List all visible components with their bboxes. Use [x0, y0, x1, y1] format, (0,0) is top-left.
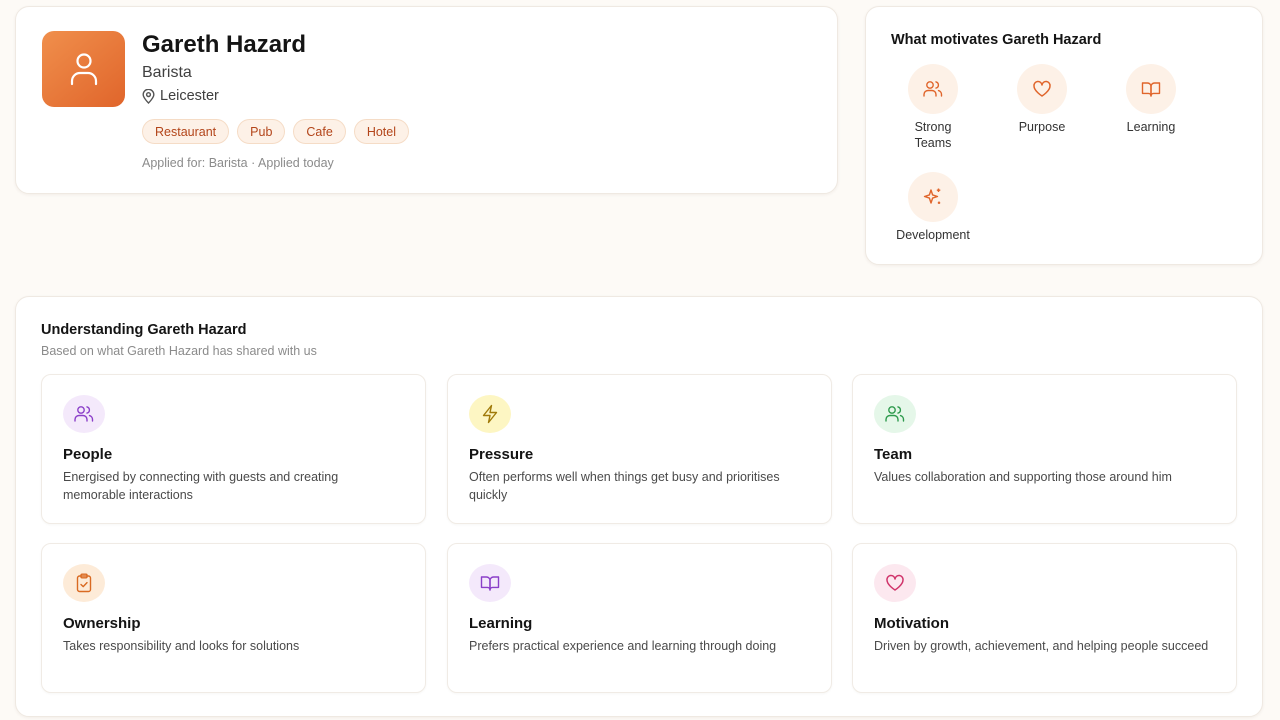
trait-description: Prefers practical experience and learnin… — [469, 639, 777, 653]
motivator-purpose: Purpose — [992, 64, 1092, 135]
motivator-learning: Learning — [1101, 64, 1201, 135]
heart-icon — [1017, 64, 1067, 114]
sparkles-icon — [908, 172, 958, 222]
users-icon — [63, 395, 105, 433]
candidate-role: Barista — [142, 64, 192, 81]
understanding-title: Understanding Gareth Hazard — [41, 322, 247, 338]
trait-card-people: People Energised by connecting with gues… — [41, 374, 426, 524]
understanding-subtitle: Based on what Gareth Hazard has shared w… — [41, 344, 317, 358]
tag-pub: Pub — [237, 119, 286, 144]
avatar — [42, 31, 125, 107]
user-check-icon — [874, 395, 916, 433]
motivates-title: What motivates Gareth Hazard — [891, 32, 1102, 48]
trait-description: Often performs well when things get busy… — [469, 470, 780, 502]
motivator-label: Strong Teams — [914, 120, 952, 150]
motivator-label: Purpose — [1018, 120, 1066, 134]
tag-cafe: Cafe — [293, 119, 346, 144]
motivator-label: Learning — [1126, 120, 1176, 134]
motivator-label: Development — [896, 228, 970, 242]
venue-tags: Restaurant Pub Cafe Hotel — [142, 119, 409, 144]
trait-title: Pressure — [469, 446, 534, 463]
motivates-card: What motivates Gareth Hazard Strong Team… — [865, 6, 1263, 265]
map-pin-icon — [142, 88, 155, 104]
profile-card: Gareth Hazard Barista Leicester Restaura… — [15, 6, 838, 194]
clipboard-check-icon — [63, 564, 105, 602]
trait-card-team: Team Values collaboration and supporting… — [852, 374, 1237, 524]
applied-info: Applied for: Barista · Applied today — [142, 156, 334, 170]
trait-description: Energised by connecting with guests and … — [63, 470, 339, 502]
book-open-icon — [469, 564, 511, 602]
location-text: Leicester — [160, 88, 219, 104]
zap-icon — [469, 395, 511, 433]
understanding-card: Understanding Gareth Hazard Based on wha… — [15, 296, 1263, 717]
motivator-strong-teams: Strong Teams — [883, 64, 983, 151]
trait-title: Ownership — [63, 615, 141, 632]
tag-restaurant: Restaurant — [142, 119, 230, 144]
candidate-location: Leicester — [142, 88, 219, 104]
candidate-name: Gareth Hazard — [142, 31, 307, 58]
trait-card-ownership: Ownership Takes responsibility and looks… — [41, 543, 426, 693]
trait-description: Values collaboration and supporting thos… — [874, 470, 1172, 484]
trait-card-pressure: Pressure Often performs well when things… — [447, 374, 832, 524]
trait-card-learning: Learning Prefers practical experience an… — [447, 543, 832, 693]
trait-card-motivation: Motivation Driven by growth, achievement… — [852, 543, 1237, 693]
trait-title: People — [63, 446, 113, 463]
trait-title: Learning — [469, 615, 533, 632]
users-icon — [908, 64, 958, 114]
book-open-icon — [1126, 64, 1176, 114]
trait-description: Takes responsibility and looks for solut… — [63, 639, 300, 653]
trait-description: Driven by growth, achievement, and helpi… — [874, 639, 1209, 653]
trait-title: Team — [874, 446, 913, 463]
user-icon — [69, 52, 99, 86]
trait-title: Motivation — [874, 615, 949, 632]
heart-icon — [874, 564, 916, 602]
tag-hotel: Hotel — [353, 119, 409, 144]
motivator-development: Development — [883, 172, 983, 243]
